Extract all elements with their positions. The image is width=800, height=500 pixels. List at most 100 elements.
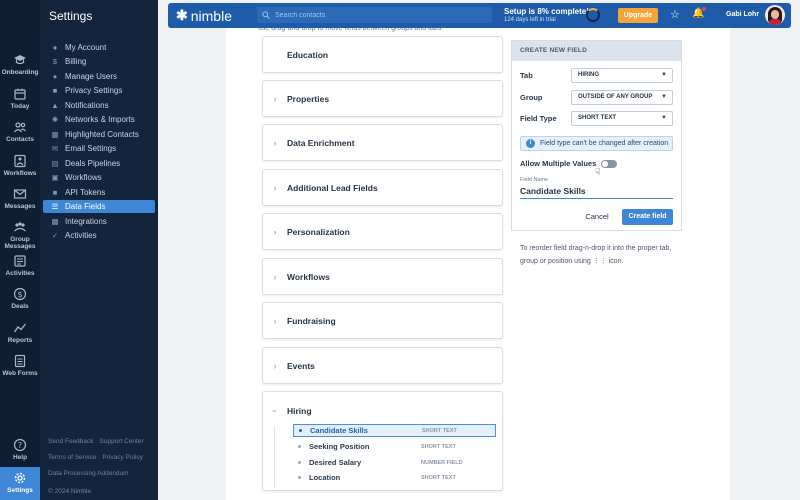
field-row-candidate-skills[interactable]: Candidate Skills SHORT TEXT bbox=[293, 424, 496, 437]
group-name: Education bbox=[287, 49, 329, 60]
rail-item-settings[interactable]: Settings bbox=[0, 467, 40, 500]
send-feedback-link[interactable]: Send Feedback bbox=[48, 438, 94, 445]
sidebar-item-networks-imports[interactable]: ✺ Networks & Imports bbox=[43, 113, 155, 126]
lock-icon: ■ bbox=[52, 85, 58, 95]
svg-text:$: $ bbox=[17, 290, 22, 299]
main-area: use drag-and-drop to move fields between… bbox=[158, 25, 800, 500]
chevron-right-icon[interactable]: › bbox=[263, 94, 287, 104]
sidebar-item-label: My Account bbox=[65, 43, 107, 52]
privacy-link[interactable]: Privacy Policy bbox=[102, 454, 142, 461]
setup-subtitle: 124 days left in trial bbox=[504, 17, 556, 23]
rail-item-onboarding[interactable]: Onboarding bbox=[0, 53, 40, 76]
reorder-hint: To reorder field drag-n-drop it into the… bbox=[520, 242, 685, 268]
tree-line bbox=[274, 426, 275, 488]
group-events[interactable]: › Events bbox=[262, 347, 503, 384]
field-type-select[interactable]: SHORT TEXT ▼ bbox=[571, 111, 673, 126]
field-name: Candidate Skills bbox=[310, 426, 368, 435]
rail-item-deals[interactable]: $ Deals bbox=[0, 287, 40, 310]
field-name-input[interactable] bbox=[520, 184, 673, 199]
sidebar-item-billing[interactable]: $ Billing bbox=[43, 55, 155, 68]
sidebar-item-integrations[interactable]: ▩ Integrations bbox=[43, 215, 155, 228]
sidebar-item-email-settings[interactable]: ✉ Email Settings bbox=[43, 142, 155, 155]
group-name: Fundraising bbox=[287, 315, 336, 326]
sidebar-item-deals-pipelines[interactable]: ▤ Deals Pipelines bbox=[43, 157, 155, 170]
cancel-button[interactable]: Cancel bbox=[582, 210, 612, 224]
caret-down-icon: ▼ bbox=[661, 72, 667, 78]
nimble-logo[interactable]: ✱ nimble bbox=[176, 7, 232, 24]
tab-label: Tab bbox=[520, 71, 533, 80]
user-name[interactable]: Gabi Lohr bbox=[726, 11, 759, 18]
group-name: Properties bbox=[287, 93, 330, 104]
dollar-icon: $ bbox=[13, 287, 27, 301]
field-type-value: SHORT TEXT bbox=[578, 115, 617, 121]
rail-label: Onboarding bbox=[1, 69, 39, 76]
rail-item-help[interactable]: ? Help bbox=[0, 438, 40, 461]
avatar[interactable] bbox=[765, 5, 785, 25]
terms-link[interactable]: Terms of Service bbox=[48, 454, 96, 461]
app-rail: Onboarding Today Contacts Workflows Mess… bbox=[0, 0, 40, 500]
field-row-seeking-position[interactable]: Seeking Position SHORT TEXT bbox=[293, 440, 496, 453]
envelope-icon bbox=[13, 189, 27, 199]
group-message-icon bbox=[14, 222, 26, 232]
group-hiring[interactable]: › Hiring Candidate Skills SHORT TEXT Seek… bbox=[262, 391, 503, 491]
sidebar-item-data-fields[interactable]: ☰ Data Fields bbox=[43, 200, 155, 213]
rail-item-activities[interactable]: Activities bbox=[0, 254, 40, 277]
chevron-right-icon[interactable]: › bbox=[263, 361, 287, 371]
group-additional-lead-fields[interactable]: › Additional Lead Fields bbox=[262, 169, 503, 206]
field-row-desired-salary[interactable]: Desired Salary NUMBER FIELD bbox=[293, 456, 496, 469]
sidebar-item-label: Billing bbox=[65, 57, 87, 66]
chevron-right-icon[interactable]: › bbox=[263, 272, 287, 282]
field-row-location[interactable]: Location SHORT TEXT bbox=[293, 471, 496, 484]
sidebar-item-manage-users[interactable]: ● Manage Users bbox=[43, 70, 155, 83]
sidebar-item-highlighted-contacts[interactable]: ▦ Highlighted Contacts bbox=[43, 128, 155, 141]
group-properties[interactable]: › Properties bbox=[262, 80, 503, 117]
sidebar-item-workflows[interactable]: ▣ Workflows bbox=[43, 171, 155, 184]
rail-item-messages[interactable]: Messages bbox=[0, 187, 40, 210]
key-icon: ■ bbox=[52, 187, 58, 197]
setup-progress-text[interactable]: Setup is 8% complete! 124 days left in t… bbox=[504, 7, 589, 23]
dpa-link[interactable]: Data Processing Addendum bbox=[48, 470, 129, 477]
tab-select[interactable]: HIRING ▼ bbox=[571, 68, 673, 83]
people-icon bbox=[14, 122, 26, 133]
allow-multiple-toggle[interactable] bbox=[601, 159, 618, 168]
upgrade-button[interactable]: Upgrade bbox=[618, 8, 658, 23]
sidebar-item-api-tokens[interactable]: ■ API Tokens bbox=[43, 186, 155, 199]
avatar-face bbox=[771, 10, 779, 19]
sidebar-item-activities[interactable]: ✓ Activities bbox=[43, 229, 155, 242]
chevron-right-icon[interactable]: › bbox=[263, 316, 287, 326]
chevron-right-icon[interactable]: › bbox=[263, 138, 287, 148]
rail-item-reports[interactable]: Reports bbox=[0, 321, 40, 344]
rail-item-today[interactable]: Today bbox=[0, 87, 40, 110]
rail-item-contacts[interactable]: Contacts bbox=[0, 120, 40, 143]
card-header: CREATE NEW FIELD bbox=[512, 41, 681, 61]
group-name: Personalization bbox=[287, 226, 350, 237]
group-data-enrichment[interactable]: › Data Enrichment bbox=[262, 124, 503, 161]
sidebar-item-privacy-settings[interactable]: ■ Privacy Settings bbox=[43, 84, 155, 97]
activities-icon bbox=[14, 255, 26, 267]
chevron-right-icon[interactable]: › bbox=[263, 183, 287, 193]
rail-item-group-messages[interactable]: Group Messages bbox=[0, 220, 40, 250]
group-education[interactable]: Education bbox=[262, 36, 503, 73]
group-fundraising[interactable]: › Fundraising bbox=[262, 302, 503, 339]
bell-icon[interactable]: 🔔 bbox=[692, 7, 707, 19]
sidebar-item-notifications[interactable]: ▲ Notifications bbox=[43, 99, 155, 112]
chart-line-icon bbox=[13, 323, 27, 333]
rail-item-workflows[interactable]: Workflows bbox=[0, 154, 40, 177]
rail-label: Contacts bbox=[6, 136, 34, 143]
support-center-link[interactable]: Support Center bbox=[100, 438, 144, 445]
create-field-button[interactable]: Create field bbox=[622, 209, 673, 225]
calendar-icon bbox=[14, 88, 26, 100]
rail-item-web-forms[interactable]: Web Forms bbox=[0, 354, 40, 377]
group-select[interactable]: OUTSIDE OF ANY GROUP ▼ bbox=[571, 90, 673, 105]
setup-progress-ring[interactable] bbox=[586, 8, 600, 22]
sidebar-item-my-account[interactable]: ● My Account bbox=[43, 41, 155, 54]
chevron-right-icon[interactable]: › bbox=[263, 227, 287, 237]
settings-sidebar: Settings ● My Account $ Billing ● Manage Us… bbox=[40, 0, 158, 500]
group-workflows[interactable]: › Workflows bbox=[262, 258, 503, 295]
group-personalization[interactable]: › Personalization bbox=[262, 213, 503, 250]
search-input[interactable] bbox=[275, 11, 475, 19]
chevron-down-icon[interactable]: › bbox=[270, 399, 280, 423]
field-name: Seeking Position bbox=[309, 442, 370, 451]
search-box[interactable] bbox=[257, 7, 492, 23]
star-icon[interactable]: ☆ bbox=[670, 8, 680, 21]
